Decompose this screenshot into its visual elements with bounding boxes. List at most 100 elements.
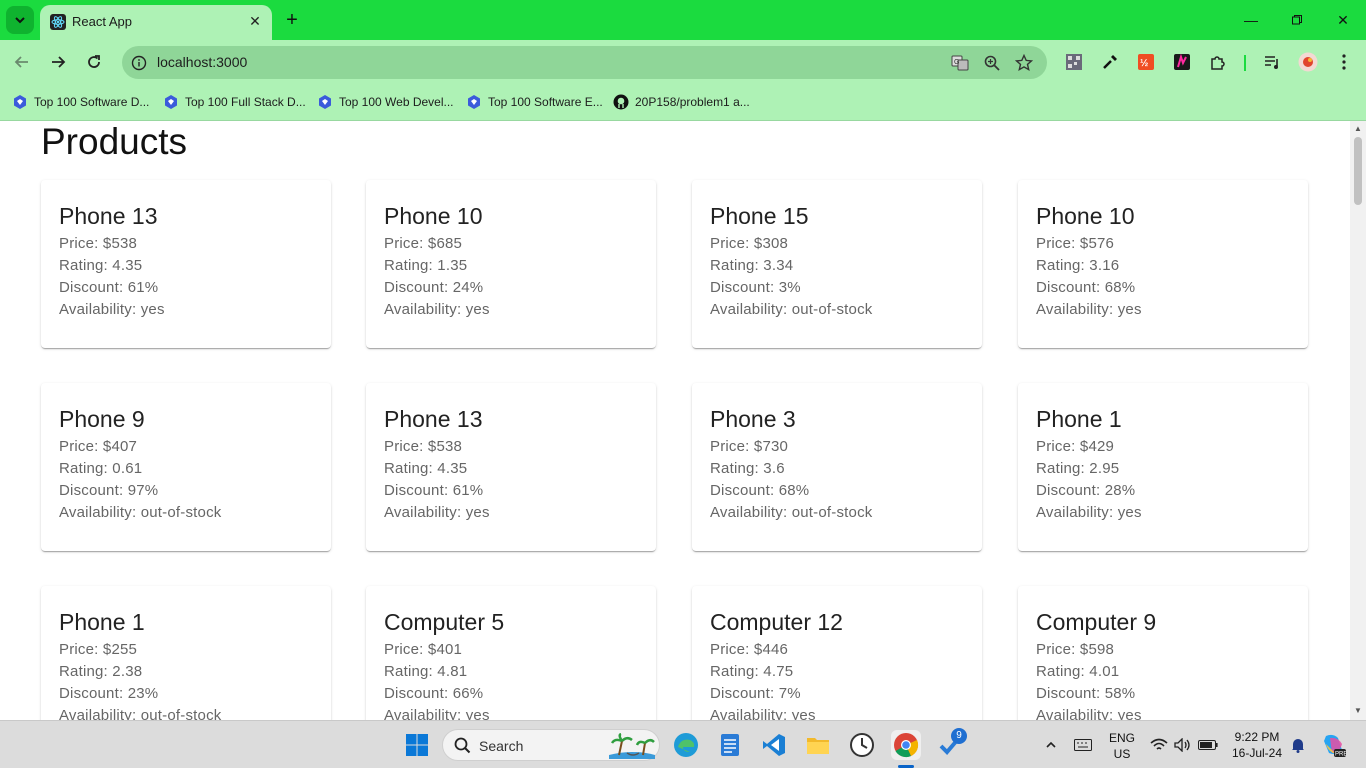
product-availability: Availability: yes [384, 707, 490, 720]
chrome-icon[interactable] [891, 730, 921, 760]
show-hidden-icons-chevron-icon[interactable] [1038, 730, 1064, 760]
product-availability: Availability: yes [1036, 301, 1142, 318]
product-discount: Discount: 7% [710, 685, 801, 702]
toolbar-divider [1244, 55, 1246, 71]
notification-bell-icon[interactable] [1288, 730, 1308, 760]
address-bar[interactable]: localhost:3000 G [122, 46, 1047, 79]
product-discount: Discount: 68% [1036, 279, 1136, 296]
more-menu-icon[interactable] [1334, 52, 1354, 72]
product-name: Phone 15 [710, 203, 809, 229]
clock-app-icon[interactable] [847, 730, 877, 760]
close-window-button[interactable]: ✕ [1328, 8, 1358, 32]
product-availability: Availability: yes [384, 504, 490, 521]
bookmark-item[interactable]: Top 100 Full Stack D... [163, 92, 306, 112]
volume-icon[interactable] [1172, 730, 1194, 760]
product-card: Phone 1 Price: $255 Rating: 2.38 Discoun… [41, 586, 331, 720]
product-price: Price: $685 [384, 235, 463, 252]
product-card: Phone 13 Price: $538 Rating: 4.35 Discou… [41, 180, 331, 348]
file-explorer-icon[interactable] [803, 730, 833, 760]
clock-time[interactable]: 9:22 PM [1226, 730, 1288, 744]
product-rating: Rating: 4.35 [59, 257, 143, 274]
media-control-icon[interactable] [1262, 52, 1282, 72]
vscode-icon[interactable] [759, 730, 789, 760]
chevron-down-icon [15, 17, 25, 24]
qr-extension-icon[interactable] [1064, 52, 1084, 72]
bookmark-item[interactable]: Top 100 Software D... [12, 92, 149, 112]
reload-button[interactable] [80, 48, 108, 76]
bookmark-item[interactable]: 20P158/problem1 a... [613, 92, 750, 112]
forward-button[interactable] [44, 48, 72, 76]
product-card: Phone 13 Price: $538 Rating: 4.35 Discou… [366, 383, 656, 551]
restore-icon [1292, 15, 1302, 25]
site-info-icon[interactable] [130, 54, 148, 72]
bookmark-label: Top 100 Software E... [488, 95, 603, 109]
color-picker-extension-icon[interactable] [1100, 52, 1120, 72]
magenta-extension-icon[interactable] [1172, 52, 1192, 72]
product-rating: Rating: 4.01 [1036, 663, 1120, 680]
scroll-up-icon[interactable]: ▲ [1354, 125, 1362, 133]
product-rating: Rating: 1.35 [384, 257, 468, 274]
page-title: Products [41, 121, 188, 162]
product-rating: Rating: 4.81 [384, 663, 468, 680]
product-price: Price: $429 [1036, 438, 1115, 455]
product-discount: Discount: 61% [384, 482, 484, 499]
arrow-left-icon [14, 56, 28, 68]
page-viewport: Products Phone 13 Price: $538 Rating: 4.… [0, 121, 1350, 720]
product-name: Phone 1 [1036, 406, 1122, 432]
battery-icon[interactable] [1196, 730, 1220, 760]
product-price: Price: $730 [710, 438, 789, 455]
product-availability: Availability: yes [59, 301, 165, 318]
svg-text:PRE: PRE [1335, 752, 1346, 758]
product-price: Price: $538 [59, 235, 138, 252]
product-card: Computer 12 Price: $446 Rating: 4.75 Dis… [692, 586, 982, 720]
product-discount: Discount: 24% [384, 279, 484, 296]
bookmark-star-icon[interactable] [1014, 53, 1034, 73]
extensions-puzzle-icon[interactable] [1208, 52, 1228, 72]
translate-icon[interactable]: G [950, 53, 970, 73]
windows-start-icon[interactable] [402, 730, 432, 760]
product-rating: Rating: 0.61 [59, 460, 143, 477]
bookmark-item[interactable]: Top 100 Web Devel... [317, 92, 454, 112]
restore-button[interactable] [1282, 8, 1312, 32]
back-button[interactable] [8, 48, 36, 76]
notepad-icon[interactable] [715, 730, 745, 760]
product-card: Computer 9 Price: $598 Rating: 4.01 Disc… [1018, 586, 1308, 720]
product-rating: Rating: 2.38 [59, 663, 143, 680]
product-name: Phone 9 [59, 406, 145, 432]
edge-browser-icon[interactable] [671, 730, 701, 760]
product-availability: Availability: out-of-stock [59, 707, 222, 720]
orange-extension-icon[interactable]: ½ [1136, 52, 1156, 72]
product-card: Phone 10 Price: $576 Rating: 3.16 Discou… [1018, 180, 1308, 348]
close-tab-icon[interactable]: ✕ [246, 12, 264, 30]
arrow-right-icon [52, 56, 66, 68]
bookmark-label: Top 100 Full Stack D... [185, 95, 306, 109]
product-discount: Discount: 66% [384, 685, 484, 702]
bookmark-label: 20P158/problem1 a... [635, 95, 750, 109]
bookmark-item[interactable]: Top 100 Software E... [466, 92, 603, 112]
product-availability: Availability: yes [710, 707, 816, 720]
language-line1[interactable]: ENG [1106, 731, 1138, 745]
github-icon [613, 94, 629, 110]
tab-search-button[interactable] [6, 6, 34, 34]
profile-avatar-icon[interactable] [1298, 52, 1318, 72]
keyboard-icon[interactable] [1070, 730, 1096, 760]
product-card: Phone 3 Price: $730 Rating: 3.6 Discount… [692, 383, 982, 551]
vertical-scrollbar[interactable]: ▲ ▼ [1350, 121, 1366, 720]
wifi-icon[interactable] [1148, 730, 1170, 760]
windows-taskbar: Search 9 ENG US 9:22 PM 16-Jul-24 PRE [0, 720, 1366, 768]
clock-date[interactable]: 16-Jul-24 [1226, 746, 1288, 760]
taskbar-search-box[interactable]: Search [442, 729, 660, 761]
scrollbar-thumb[interactable] [1354, 137, 1362, 205]
product-card: Phone 15 Price: $308 Rating: 3.34 Discou… [692, 180, 982, 348]
product-discount: Discount: 3% [710, 279, 801, 296]
zoom-icon[interactable] [982, 53, 1002, 73]
product-name: Phone 1 [59, 609, 145, 635]
search-placeholder: Search [479, 738, 524, 754]
new-tab-button[interactable]: + [280, 8, 304, 32]
minimize-button[interactable]: — [1236, 8, 1266, 32]
language-line2[interactable]: US [1106, 747, 1138, 761]
product-discount: Discount: 28% [1036, 482, 1136, 499]
active-tab[interactable]: React App ✕ [40, 5, 272, 40]
copilot-icon[interactable]: PRE [1318, 730, 1348, 760]
scroll-down-icon[interactable]: ▼ [1354, 707, 1362, 715]
